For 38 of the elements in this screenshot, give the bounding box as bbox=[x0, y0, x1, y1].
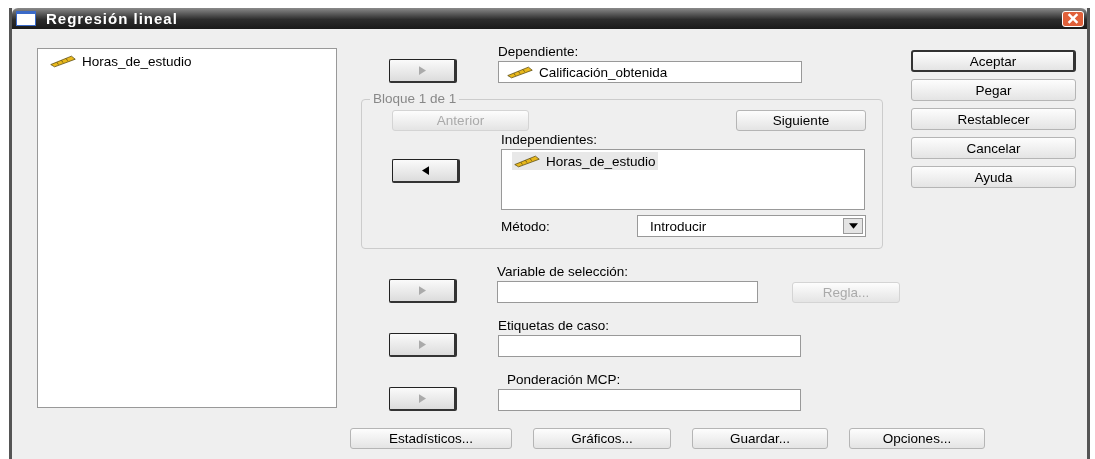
window-icon bbox=[16, 11, 36, 26]
button[interactable]: Gráficos... bbox=[533, 428, 671, 449]
field-label: Dependiente: bbox=[498, 43, 580, 61]
group-label: Bloque 1 de 1 bbox=[370, 91, 460, 106]
field-label: Etiquetas de caso: bbox=[498, 317, 611, 335]
close-button[interactable] bbox=[1062, 10, 1084, 27]
button[interactable]: Aceptar bbox=[911, 50, 1076, 72]
ruler-icon bbox=[50, 54, 76, 68]
right-triangle-icon bbox=[418, 340, 426, 349]
arrow-button[interactable] bbox=[392, 158, 460, 183]
list-item[interactable]: Horas_de_estudio bbox=[512, 152, 658, 170]
field-label: Independientes: bbox=[501, 131, 599, 149]
variable-list[interactable]: Horas_de_estudio bbox=[501, 149, 865, 210]
field-label: Método: bbox=[501, 218, 551, 234]
window-title: Regresión lineal bbox=[46, 10, 179, 27]
button[interactable]: Restablecer bbox=[911, 108, 1076, 130]
field-label: Ponderación MCP: bbox=[506, 371, 622, 389]
button[interactable]: Guardar... bbox=[692, 428, 828, 449]
input-field[interactable]: Calificación_obtenida bbox=[498, 61, 802, 83]
button[interactable]: Pegar bbox=[911, 79, 1076, 101]
button[interactable]: Estadísticos... bbox=[350, 428, 512, 449]
button[interactable]: Cancelar bbox=[911, 137, 1076, 159]
button[interactable]: Ayuda bbox=[911, 166, 1076, 188]
input-field[interactable] bbox=[498, 335, 801, 357]
input-field[interactable] bbox=[498, 389, 801, 411]
ruler-icon bbox=[514, 154, 540, 168]
method-dropdown[interactable]: Introducir bbox=[637, 215, 866, 237]
left-triangle-icon bbox=[421, 165, 429, 175]
right-triangle-icon bbox=[418, 286, 426, 295]
input-field[interactable] bbox=[497, 281, 758, 303]
right-triangle-icon bbox=[418, 394, 426, 403]
list-item[interactable]: Horas_de_estudio bbox=[48, 52, 194, 70]
variable-list[interactable]: Horas_de_estudio bbox=[37, 48, 337, 408]
ruler-icon bbox=[507, 65, 533, 79]
right-triangle-icon bbox=[418, 66, 426, 75]
button[interactable]: Opciones... bbox=[849, 428, 985, 449]
field-label: Variable de selección: bbox=[497, 263, 630, 281]
button[interactable]: Siguiente bbox=[736, 110, 866, 131]
